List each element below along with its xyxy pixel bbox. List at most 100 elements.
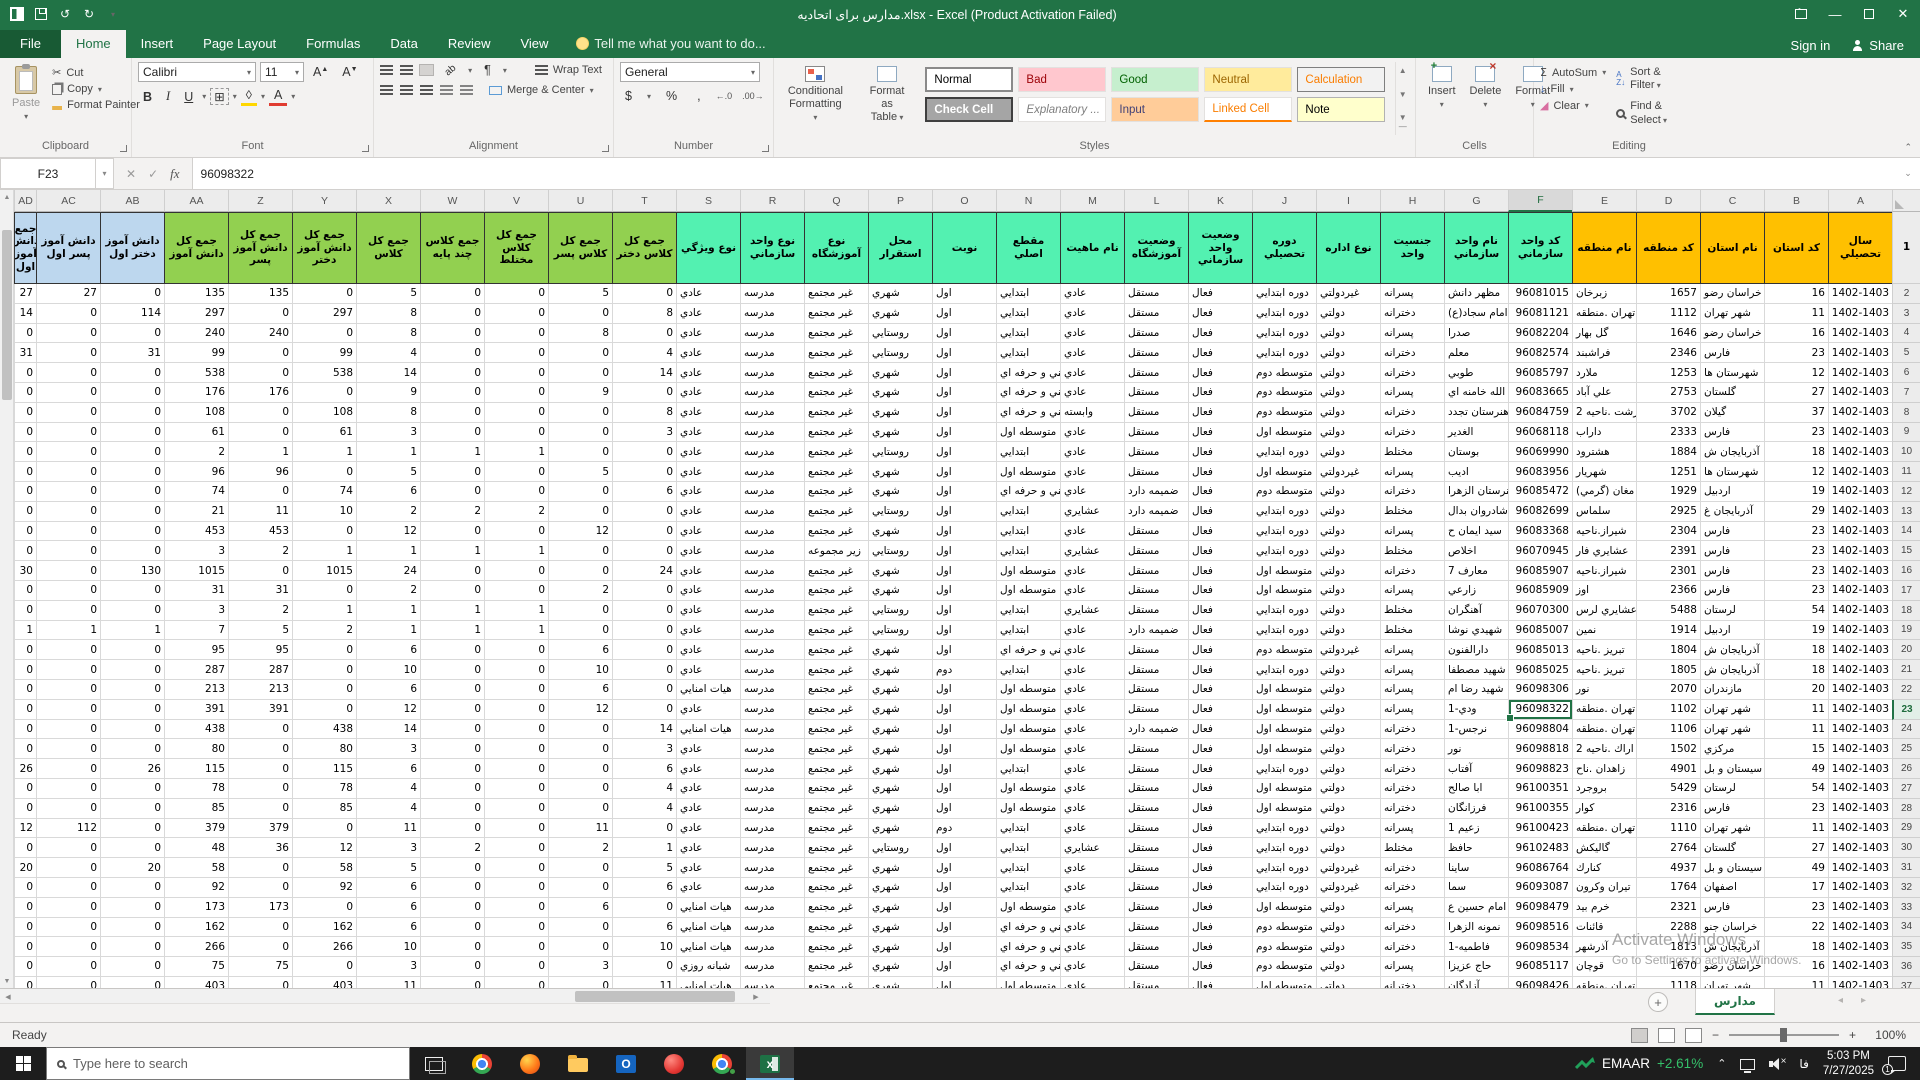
cell-B27[interactable]: 54 bbox=[1764, 779, 1828, 799]
cell-F5[interactable]: 96082574 bbox=[1508, 343, 1572, 363]
cell-M5[interactable]: عادي bbox=[1060, 343, 1124, 363]
cell-A33[interactable]: 1402-1403 bbox=[1828, 898, 1892, 918]
cell-E22[interactable]: نور bbox=[1572, 680, 1636, 700]
row-number-29[interactable]: 29 bbox=[1892, 819, 1920, 839]
sheet-tab-madares[interactable]: مدارس bbox=[1695, 989, 1775, 1015]
paste-button[interactable]: Paste ▾ bbox=[6, 62, 46, 135]
cell-A7[interactable]: 1402-1403 bbox=[1828, 383, 1892, 403]
cell-AD14[interactable]: 0 bbox=[14, 522, 36, 542]
cell-G4[interactable]: صدرا bbox=[1444, 324, 1508, 344]
cell-R32[interactable]: مدرسه bbox=[740, 878, 804, 898]
cell-AC4[interactable]: 0 bbox=[36, 324, 100, 344]
cell-F32[interactable]: 96093087 bbox=[1508, 878, 1572, 898]
cell-O23[interactable]: اول bbox=[932, 700, 996, 720]
cell-S23[interactable]: عادي bbox=[676, 700, 740, 720]
vertical-scroll-thumb[interactable] bbox=[2, 230, 12, 400]
cell-G19[interactable]: شهيدي نوشا bbox=[1444, 621, 1508, 641]
cell-K18[interactable]: فعال bbox=[1188, 601, 1252, 621]
cell-E18[interactable]: عشايري لرس bbox=[1572, 601, 1636, 621]
cell-J6[interactable]: متوسطه دوم bbox=[1252, 363, 1316, 383]
percent-icon[interactable]: % bbox=[661, 88, 682, 104]
cell-N17[interactable]: متوسطه اول bbox=[996, 581, 1060, 601]
cell-N2[interactable]: ابتدايي bbox=[996, 284, 1060, 304]
cell-AC5[interactable]: 0 bbox=[36, 343, 100, 363]
start-button[interactable] bbox=[0, 1047, 46, 1080]
chrome-icon[interactable] bbox=[458, 1047, 506, 1080]
cell-D10[interactable]: 1884 bbox=[1636, 442, 1700, 462]
text-direction-icon[interactable]: ¶ bbox=[479, 62, 496, 78]
cell-U5[interactable]: 0 bbox=[548, 343, 612, 363]
column-letter-M[interactable]: M bbox=[1060, 190, 1124, 212]
cell-Z32[interactable]: 0 bbox=[228, 878, 292, 898]
cell-H19[interactable]: مختلط bbox=[1380, 621, 1444, 641]
cell-U13[interactable]: 0 bbox=[548, 502, 612, 522]
column-header-D[interactable]: كد منطقه bbox=[1636, 212, 1700, 284]
cell-C34[interactable]: خراسان جنو bbox=[1700, 918, 1764, 938]
column-letter-F[interactable]: F bbox=[1508, 190, 1572, 212]
bold-button[interactable]: B bbox=[138, 89, 157, 105]
new-sheet-button[interactable]: + bbox=[1648, 992, 1668, 1012]
cell-D5[interactable]: 2346 bbox=[1636, 343, 1700, 363]
cell-P28[interactable]: شهري bbox=[868, 799, 932, 819]
cell-C23[interactable]: شهر تهران bbox=[1700, 700, 1764, 720]
cell-Y15[interactable]: 1 bbox=[292, 541, 356, 561]
cell-T33[interactable]: 0 bbox=[612, 898, 676, 918]
cell-I9[interactable]: دولتي bbox=[1316, 423, 1380, 443]
cell-AB11[interactable]: 0 bbox=[100, 462, 164, 482]
cell-Y27[interactable]: 78 bbox=[292, 779, 356, 799]
cell-G27[interactable]: ابا صالح bbox=[1444, 779, 1508, 799]
font-name-combo[interactable]: Calibri▾ bbox=[138, 62, 256, 82]
zoom-out-icon[interactable]: − bbox=[1712, 1028, 1719, 1042]
cell-I34[interactable]: دولتي bbox=[1316, 918, 1380, 938]
cell-H3[interactable]: دخترانه bbox=[1380, 304, 1444, 324]
cell-A22[interactable]: 1402-1403 bbox=[1828, 680, 1892, 700]
cell-AC14[interactable]: 0 bbox=[36, 522, 100, 542]
cell-S2[interactable]: عادي bbox=[676, 284, 740, 304]
cell-L13[interactable]: ضميمه دارد bbox=[1124, 502, 1188, 522]
cell-J8[interactable]: متوسطه دوم bbox=[1252, 403, 1316, 423]
cell-L16[interactable]: مستقل bbox=[1124, 561, 1188, 581]
cell-I2[interactable]: غيردولتي bbox=[1316, 284, 1380, 304]
cell-M32[interactable]: عادي bbox=[1060, 878, 1124, 898]
cell-W17[interactable]: 0 bbox=[420, 581, 484, 601]
column-header-L[interactable]: وضعيت آموزشگاه bbox=[1124, 212, 1188, 284]
cell-C31[interactable]: سيستان و بل bbox=[1700, 858, 1764, 878]
cell-T32[interactable]: 6 bbox=[612, 878, 676, 898]
cell-AB15[interactable]: 0 bbox=[100, 541, 164, 561]
cell-U16[interactable]: 0 bbox=[548, 561, 612, 581]
cell-Q36[interactable]: غير مجتمع bbox=[804, 957, 868, 977]
cell-R10[interactable]: مدرسه bbox=[740, 442, 804, 462]
cell-Q15[interactable]: زير مجموعه bbox=[804, 541, 868, 561]
cell-G28[interactable]: فرزانگان bbox=[1444, 799, 1508, 819]
cell-L20[interactable]: مستقل bbox=[1124, 640, 1188, 660]
cell-M6[interactable]: عادي bbox=[1060, 363, 1124, 383]
column-header-R[interactable]: نوع واحد سازماني bbox=[740, 212, 804, 284]
cell-I21[interactable]: دولتي bbox=[1316, 660, 1380, 680]
row-number-37[interactable]: 37 bbox=[1892, 977, 1920, 988]
row-number-11[interactable]: 11 bbox=[1892, 462, 1920, 482]
cell-AB5[interactable]: 31 bbox=[100, 343, 164, 363]
cell-C27[interactable]: لرستان bbox=[1700, 779, 1764, 799]
cell-Q13[interactable]: غير مجتمع bbox=[804, 502, 868, 522]
row-number-10[interactable]: 10 bbox=[1892, 442, 1920, 462]
cell-L31[interactable]: مستقل bbox=[1124, 858, 1188, 878]
cell-M11[interactable]: عادي bbox=[1060, 462, 1124, 482]
cell-E14[interactable]: شيراز.ناحيه bbox=[1572, 522, 1636, 542]
row-number-2[interactable]: 2 bbox=[1892, 284, 1920, 304]
zoom-level[interactable]: 100% bbox=[1866, 1028, 1906, 1042]
cell-AC19[interactable]: 1 bbox=[36, 621, 100, 641]
cell-H22[interactable]: پسرانه bbox=[1380, 680, 1444, 700]
cell-V3[interactable]: 0 bbox=[484, 304, 548, 324]
cell-N13[interactable]: ابتدايي bbox=[996, 502, 1060, 522]
cell-B24[interactable]: 11 bbox=[1764, 720, 1828, 740]
cell-L12[interactable]: ضميمه دارد bbox=[1124, 482, 1188, 502]
cell-H14[interactable]: پسرانه bbox=[1380, 522, 1444, 542]
row-number-7[interactable]: 7 bbox=[1892, 383, 1920, 403]
cell-AC33[interactable]: 0 bbox=[36, 898, 100, 918]
cell-Y5[interactable]: 99 bbox=[292, 343, 356, 363]
cell-Z31[interactable]: 0 bbox=[228, 858, 292, 878]
ribbon-display-options-icon[interactable] bbox=[1784, 0, 1818, 28]
cell-X29[interactable]: 11 bbox=[356, 819, 420, 839]
cell-B37[interactable]: 11 bbox=[1764, 977, 1828, 988]
cell-W36[interactable]: 0 bbox=[420, 957, 484, 977]
